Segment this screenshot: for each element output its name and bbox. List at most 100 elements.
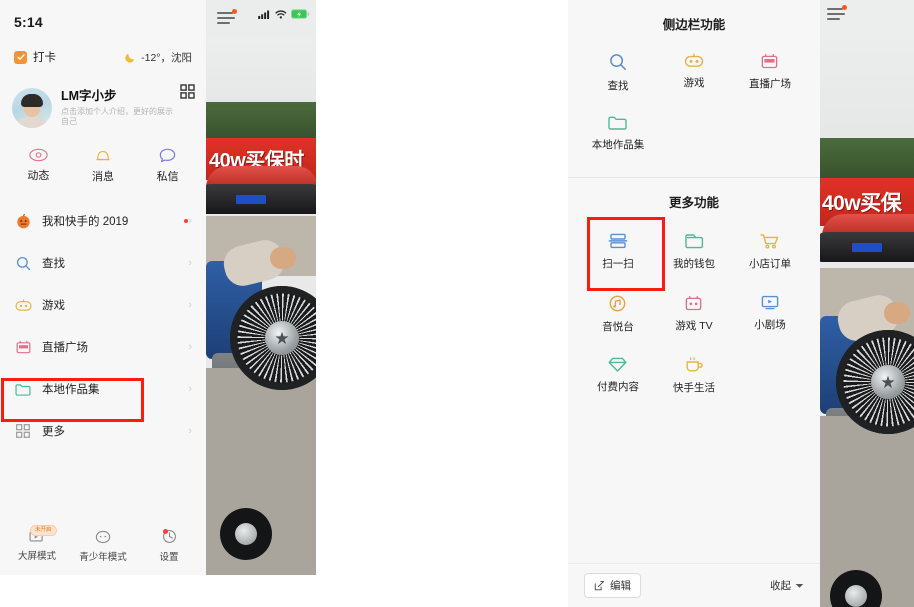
bottom-item-teen-mode[interactable]: 青少年模式	[70, 530, 136, 563]
music-icon	[609, 295, 626, 312]
sidebar-item-local-works-label: 本地作品集	[42, 384, 100, 396]
feature-scan[interactable]: 扫一扫	[580, 225, 656, 287]
edit-pencil-icon	[594, 580, 605, 591]
more-feature-grid: 扫一扫 我的钱包 小店订单 音悦台 游戏 TV 小剧场 付费内容 快手生活	[568, 225, 820, 411]
search-icon	[14, 256, 32, 271]
cellular-signal-icon	[258, 10, 271, 19]
feature-local-works[interactable]: 本地作品集	[580, 107, 656, 169]
eye-icon	[29, 148, 48, 162]
teen-mode-icon	[95, 530, 111, 544]
feature-wallet[interactable]: 我的钱包	[656, 225, 732, 287]
chevron-right-icon: ›	[188, 215, 192, 227]
status-bar: 5:14	[0, 10, 206, 34]
video-sky	[820, 30, 914, 150]
chevron-right-icon: ›	[188, 341, 192, 353]
feature-shop-orders-label: 小店订单	[748, 258, 791, 270]
feature-game-label: 游戏	[683, 77, 705, 89]
grid-icon	[14, 424, 32, 438]
hamburger-menu-icon[interactable]	[217, 9, 237, 25]
search-icon	[609, 53, 627, 71]
video-banner-text: 40w买保	[822, 192, 902, 215]
sidebar-section-title: 侧边栏功能	[662, 18, 726, 32]
sidebar-item-year-review-label: 我和快手的 2019	[42, 216, 129, 228]
feature-local-works-label: 本地作品集	[591, 139, 645, 151]
sidebar-feature-grid: 查找 游戏 直播广场 本地作品集	[568, 45, 820, 169]
feature-kuaishou-life[interactable]: 快手生活	[656, 349, 732, 411]
feature-live-label: 直播广场	[748, 78, 791, 90]
wifi-icon	[275, 9, 287, 19]
sidebar-item-game[interactable]: 游戏 ›	[0, 284, 206, 326]
bottom-item-settings[interactable]: 设置	[136, 529, 202, 563]
chevron-down-icon	[795, 583, 804, 589]
feature-shop-orders[interactable]: 小店订单	[732, 225, 808, 287]
sidebar-item-year-review[interactable]: 我和快手的 2019 ›	[0, 200, 206, 242]
feature-game-tv[interactable]: 游戏 TV	[656, 287, 732, 349]
right-video-topbar	[820, 0, 914, 30]
sidebar-item-more-label: 更多	[42, 426, 65, 438]
action-dynamic-label: 动态	[27, 170, 50, 182]
video-car	[206, 166, 316, 222]
wallet-icon	[685, 233, 704, 249]
coffee-icon	[685, 357, 703, 373]
chevron-right-icon: ›	[188, 257, 192, 269]
feature-search[interactable]: 查找	[580, 45, 656, 107]
bell-icon	[95, 148, 111, 163]
chevron-right-icon: ›	[188, 425, 192, 437]
qr-code-icon[interactable]	[179, 83, 195, 99]
chevron-right-icon: ›	[188, 383, 192, 395]
panel-footer: 编辑 收起	[568, 563, 820, 607]
moon-icon	[124, 51, 137, 64]
profile-row[interactable]: LM字小步 点击添加个人介绍，更好的展示自己	[0, 82, 206, 134]
sidebar-item-search[interactable]: 查找 ›	[0, 242, 206, 284]
video-car	[820, 214, 914, 276]
video-second-wheel	[220, 508, 272, 560]
person-hand	[884, 302, 910, 324]
more-section-title: 更多功能	[668, 196, 719, 210]
screenshot-stage: 5:14 打卡 -12°，沈阳 LM字小步 点击添加个人介绍，更好的展示自己 动…	[0, 0, 914, 607]
collapse-button[interactable]: 收起	[770, 578, 804, 593]
left-sidebar-drawer: 5:14 打卡 -12°，沈阳 LM字小步 点击添加个人介绍，更好的展示自己 动…	[0, 0, 206, 575]
menu-notification-dot	[232, 9, 237, 14]
edit-button-label: 编辑	[610, 580, 631, 592]
bottom-item-teen-mode-label: 青少年模式	[79, 551, 127, 563]
cart-icon	[760, 233, 779, 249]
feature-theater[interactable]: 小剧场	[732, 287, 808, 349]
bottom-item-settings-label: 设置	[159, 552, 179, 563]
left-video-scene: 40w买保时 ★	[206, 38, 316, 575]
sidebar-item-local-works[interactable]: 本地作品集 ›	[0, 368, 206, 410]
bottom-item-bigscreen-label: 大屏模式	[17, 551, 56, 562]
feature-game[interactable]: 游戏	[656, 45, 732, 107]
left-phone-screenshot: 5:14 打卡 -12°，沈阳 LM字小步 点击添加个人介绍，更好的展示自己 动…	[0, 0, 316, 575]
game-tv-icon	[685, 295, 702, 311]
sidebar-item-game-label: 游戏	[42, 300, 65, 312]
feature-music[interactable]: 音悦台	[580, 287, 656, 349]
quick-actions-row: 动态 消息 私信	[0, 148, 206, 192]
checkin-button[interactable]: 打卡	[14, 49, 56, 65]
feature-live[interactable]: 直播广场	[732, 45, 808, 107]
feature-paid-content[interactable]: 付费内容	[580, 349, 656, 411]
feature-scan-label: 扫一扫	[602, 258, 634, 270]
feature-game-tv-label: 游戏 TV	[675, 320, 713, 332]
sidebar-section: 侧边栏功能 查找 游戏 直播广场 本地作品集	[568, 0, 820, 169]
action-dynamic[interactable]: 动态	[6, 148, 71, 183]
sidebar-item-more[interactable]: 更多 ›	[0, 410, 206, 452]
left-video-topbar	[206, 0, 316, 38]
edit-button[interactable]: 编辑	[584, 573, 641, 598]
video-trees	[820, 138, 914, 182]
right-video-preview[interactable]: 40w买保 ★	[820, 0, 914, 607]
hamburger-menu-icon[interactable]	[827, 5, 847, 21]
sidebar-item-live[interactable]: 直播广场 ›	[0, 326, 206, 368]
mercedes-star-icon: ★	[880, 372, 896, 392]
action-direct-message[interactable]: 私信	[135, 148, 200, 184]
folder-icon	[608, 115, 628, 130]
action-messages[interactable]: 消息	[71, 148, 136, 184]
action-direct-message-label: 私信	[156, 171, 179, 183]
theater-icon	[761, 295, 779, 310]
bottom-item-bigscreen[interactable]: 未开启 大屏模式	[4, 525, 70, 562]
avatar[interactable]	[12, 88, 52, 128]
chat-bubble-icon	[159, 148, 176, 163]
profile-text: LM字小步 点击添加个人介绍，更好的展示自己	[61, 89, 180, 127]
sidebar-item-live-label: 直播广场	[42, 342, 88, 354]
weather-widget[interactable]: -12°，沈阳	[124, 50, 192, 65]
left-video-preview[interactable]: 40w买保时 ★	[206, 0, 316, 575]
